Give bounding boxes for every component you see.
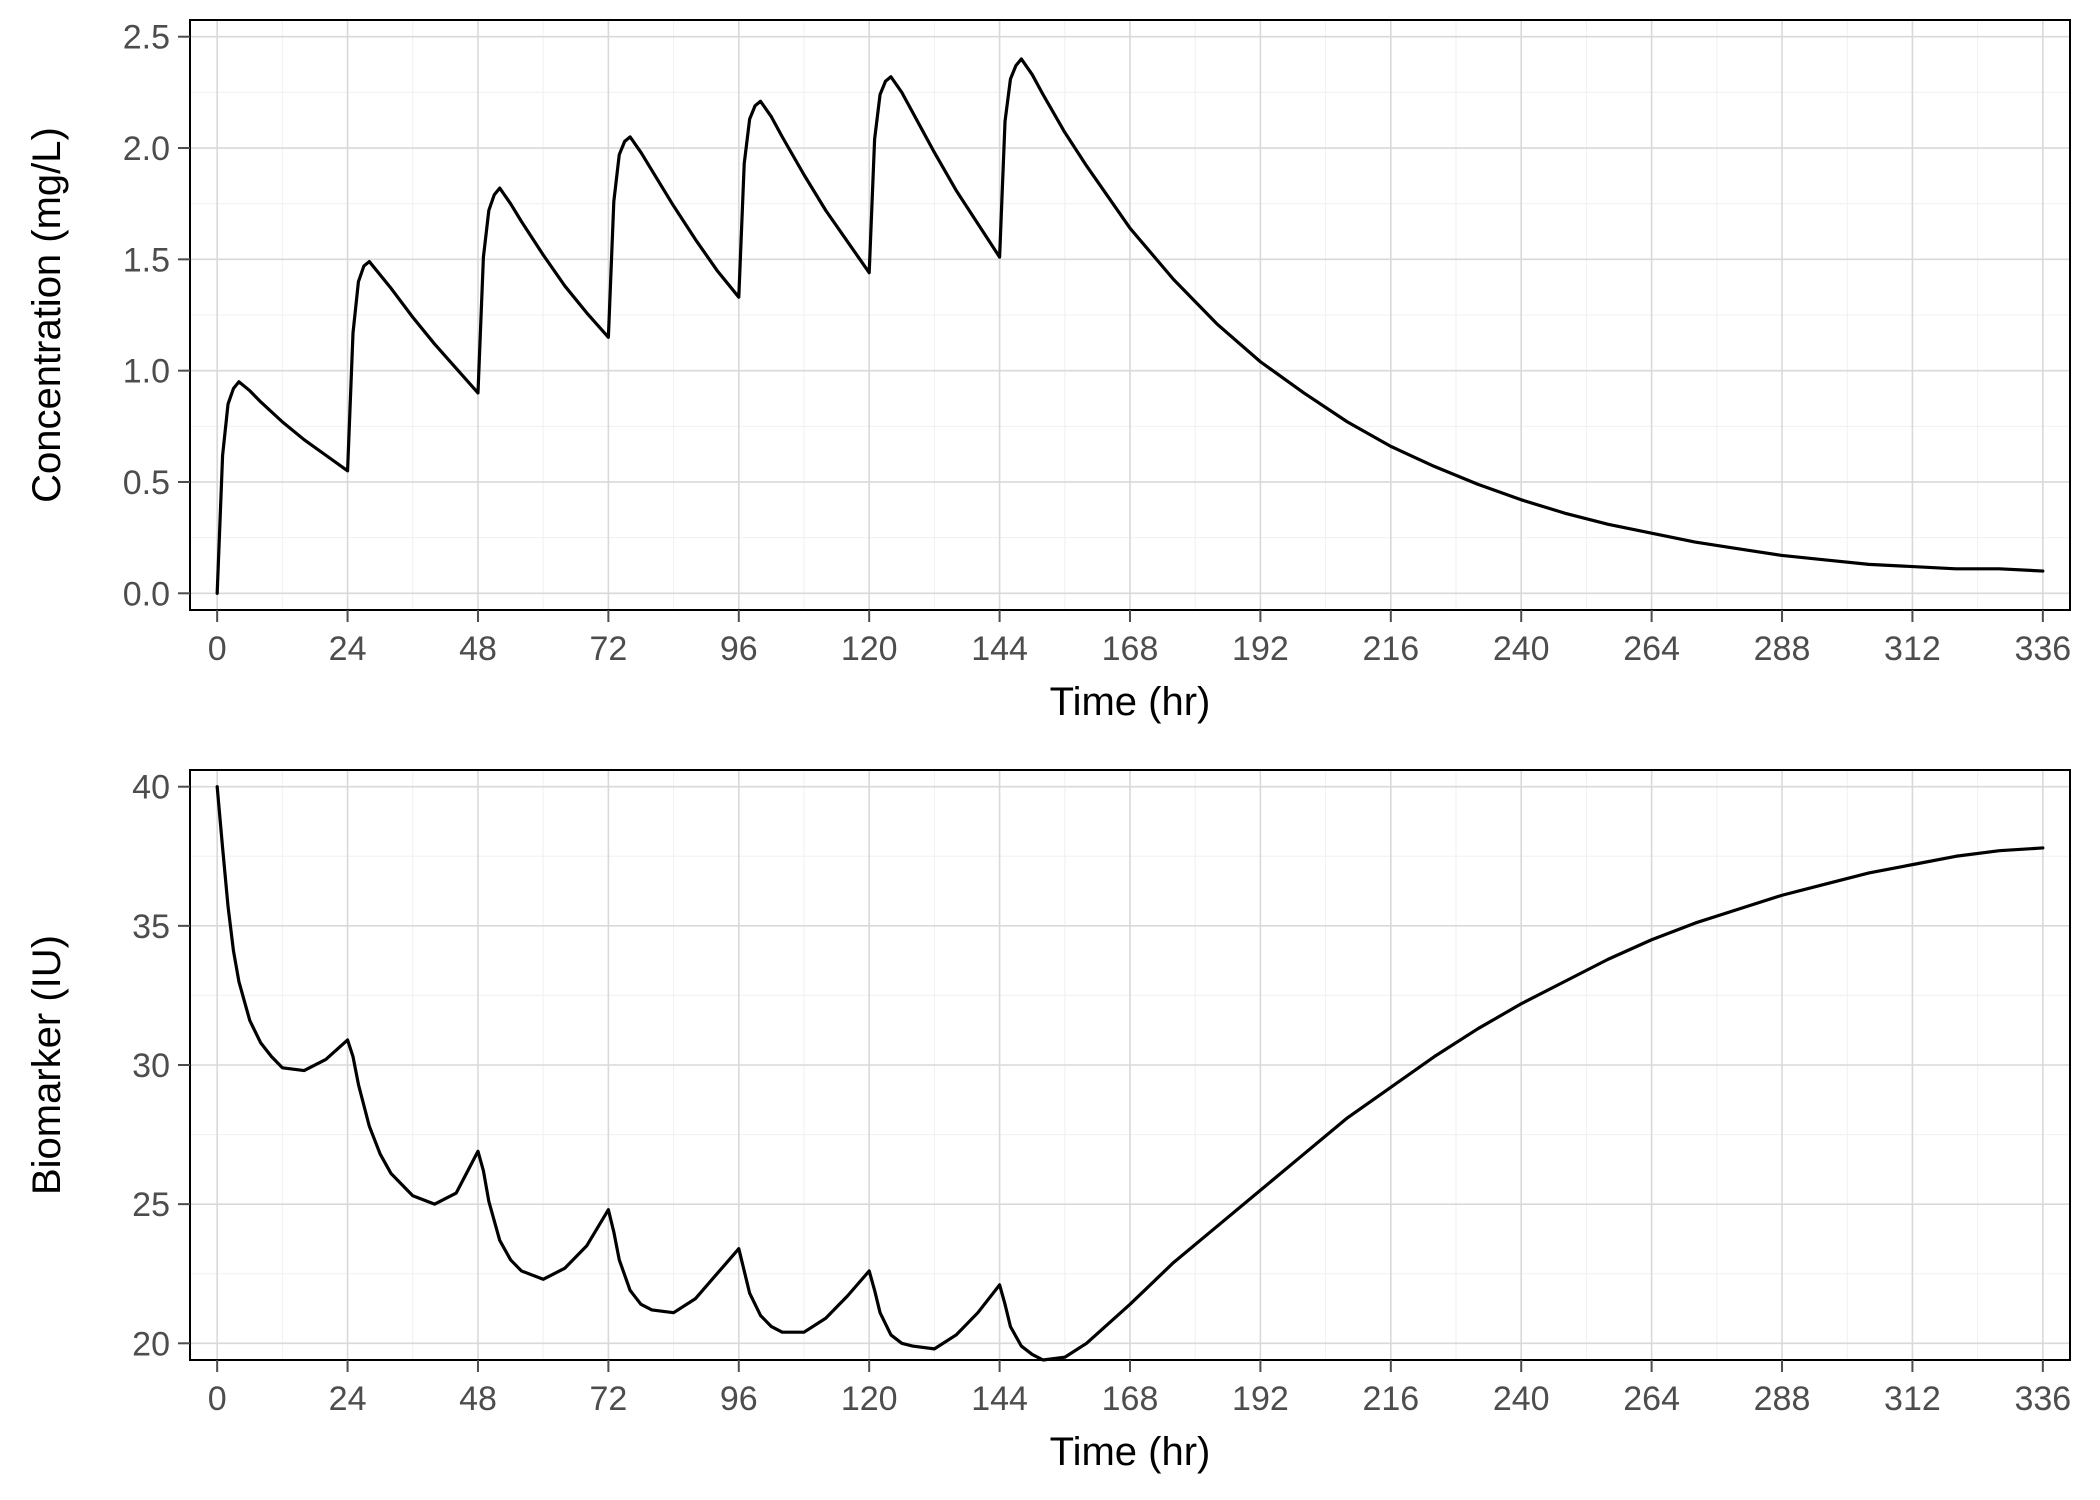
x-tick-label: 24 bbox=[329, 1380, 367, 1418]
y-tick-label: 0.0 bbox=[123, 575, 170, 613]
x-tick-label: 168 bbox=[1102, 1380, 1159, 1418]
y-tick-label: 30 bbox=[132, 1047, 170, 1085]
x-tick-label: 0 bbox=[208, 1380, 227, 1418]
x-tick-label: 96 bbox=[720, 1380, 758, 1418]
y-tick-label: 2.5 bbox=[123, 19, 170, 57]
x-tick-label: 0 bbox=[208, 630, 227, 668]
x-tick-label: 24 bbox=[329, 630, 367, 668]
x-tick-label: 48 bbox=[459, 630, 497, 668]
x-tick-label: 312 bbox=[1884, 630, 1941, 668]
x-tick-label: 144 bbox=[971, 1380, 1028, 1418]
panel-biomarker: 0 24 48 72 96 120 144 168 192 216 240 264 288 312 336 2… bbox=[0, 750, 2100, 1500]
chart-biomarker: 0 24 48 72 96 120 144 168 192 216 240 264 288 312 336 2… bbox=[0, 750, 2100, 1500]
chart-stack: 0244872961201441681922162402642883123360… bbox=[0, 0, 2100, 1500]
y-tick-label: 35 bbox=[132, 908, 170, 946]
y-tick-label: 20 bbox=[132, 1325, 170, 1363]
x-tick-label: 72 bbox=[589, 630, 627, 668]
x-tick-label: 216 bbox=[1362, 630, 1419, 668]
y-tick-label: 25 bbox=[132, 1186, 170, 1224]
x-tick-label: 192 bbox=[1232, 1380, 1289, 1418]
y-tick-label: 0.5 bbox=[123, 464, 170, 502]
panel-concentration: 0 24 48 72 96 120 144 168 192 216 240 264 288 312 336 0… bbox=[0, 0, 2100, 750]
x-tick-label: 336 bbox=[2014, 630, 2071, 668]
y-tick-label: 1.5 bbox=[123, 241, 170, 279]
x-tick-label: 336 bbox=[2014, 1380, 2071, 1418]
y-tick-label: 2.0 bbox=[123, 130, 170, 168]
x-tick-label: 120 bbox=[841, 1380, 898, 1418]
x-tick-label: 144 bbox=[971, 630, 1028, 668]
x-axis-title: Time (hr) bbox=[1050, 1430, 1211, 1474]
x-tick-label: 264 bbox=[1623, 630, 1680, 668]
x-tick-label: 240 bbox=[1493, 630, 1550, 668]
x-tick-label: 288 bbox=[1754, 630, 1811, 668]
x-tick-label: 168 bbox=[1102, 630, 1159, 668]
x-tick-label: 240 bbox=[1493, 1380, 1550, 1418]
x-tick-label: 120 bbox=[841, 630, 898, 668]
x-tick-label: 192 bbox=[1232, 630, 1289, 668]
x-axis-title: Time (hr) bbox=[1050, 680, 1211, 724]
y-tick-label: 1.0 bbox=[123, 353, 170, 391]
x-tick-label: 264 bbox=[1623, 1380, 1680, 1418]
x-tick-label: 72 bbox=[589, 1380, 627, 1418]
x-tick-label: 312 bbox=[1884, 1380, 1941, 1418]
x-tick-label: 288 bbox=[1754, 1380, 1811, 1418]
chart-concentration: 0 24 48 72 96 120 144 168 192 216 240 264 288 312 336 0… bbox=[0, 0, 2100, 750]
x-tick-label: 48 bbox=[459, 1380, 497, 1418]
x-tick-label: 96 bbox=[720, 630, 758, 668]
y-tick-label: 40 bbox=[132, 769, 170, 807]
y-axis-title: Biomarker (IU) bbox=[25, 935, 69, 1195]
y-axis-title: Concentration (mg/L) bbox=[25, 127, 69, 503]
x-tick-label: 216 bbox=[1362, 1380, 1419, 1418]
